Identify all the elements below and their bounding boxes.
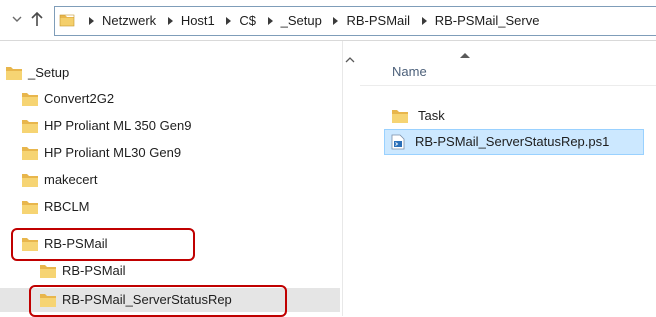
folder-icon (22, 147, 38, 160)
navigation-tree: _Setup Convert2G2 HP Proliant ML 350 Gen… (0, 41, 358, 316)
breadcrumb-item[interactable]: RB-PSMail_Serve (435, 13, 540, 28)
file-name: Task (418, 108, 445, 123)
breadcrumb-item[interactable]: Host1 (181, 13, 215, 28)
tree-item-label: HP Proliant ML 350 Gen9 (44, 118, 192, 133)
breadcrumb: Netzwerk Host1 C$ _Setup RB-PSMail RB-PS… (81, 13, 539, 28)
file-row[interactable]: Task (390, 104, 650, 128)
highlight-box (11, 228, 195, 261)
breadcrumb-separator-icon[interactable] (167, 16, 173, 25)
folder-icon (6, 67, 22, 80)
breadcrumb-item[interactable]: _Setup (281, 13, 322, 28)
folder-icon (40, 265, 56, 278)
folder-icon (22, 201, 38, 214)
tree-item[interactable]: RBCLM (0, 195, 340, 219)
breadcrumb-separator-icon[interactable] (333, 16, 339, 25)
folder-icon (22, 174, 38, 187)
chevron-down-icon[interactable] (12, 14, 22, 24)
breadcrumb-item[interactable]: C$ (239, 13, 256, 28)
address-bar-area: Netzwerk Host1 C$ _Setup RB-PSMail RB-PS… (0, 0, 656, 41)
address-bar[interactable]: Netzwerk Host1 C$ _Setup RB-PSMail RB-PS… (54, 6, 656, 36)
tree-item[interactable]: HP Proliant ML30 Gen9 (0, 141, 340, 165)
folder-icon (22, 93, 38, 106)
tree-item-label: _Setup (28, 65, 70, 80)
tree-item[interactable]: HP Proliant ML 350 Gen9 (0, 114, 340, 138)
breadcrumb-item[interactable]: RB-PSMail (346, 13, 410, 28)
breadcrumb-item[interactable]: Netzwerk (102, 13, 156, 28)
breadcrumb-separator-icon[interactable] (267, 16, 273, 25)
up-arrow-icon[interactable] (30, 10, 44, 28)
column-header-label: Name (392, 64, 427, 79)
tree-item-label: makecert (44, 172, 98, 187)
tree-item[interactable]: RB-PSMail (0, 259, 340, 283)
tree-item[interactable]: makecert (0, 168, 340, 192)
file-row-selected[interactable]: RB-PSMail_ServerStatusRep.ps1 (384, 129, 644, 155)
tree-item-label: Convert2G2 (44, 91, 115, 106)
tree-scrollbar[interactable] (342, 41, 360, 316)
breadcrumb-separator-icon[interactable] (226, 16, 232, 25)
scroll-up-icon[interactable] (344, 55, 356, 65)
tree-item[interactable]: Convert2G2 (0, 87, 340, 111)
file-name: RB-PSMail_ServerStatusRep.ps1 (415, 134, 610, 149)
breadcrumb-separator-icon[interactable] (89, 16, 94, 25)
tree-item-label: HP Proliant ML30 Gen9 (44, 145, 182, 160)
column-header-name[interactable]: Name (360, 41, 656, 86)
tree-item-label: RB-PSMail (62, 263, 126, 278)
highlight-box (29, 285, 287, 317)
folder-icon (22, 120, 38, 133)
sort-ascending-icon (460, 53, 470, 58)
folder-icon (59, 14, 75, 27)
tree-item-label: RBCLM (44, 199, 90, 214)
powershell-script-icon (391, 134, 405, 150)
breadcrumb-separator-icon[interactable] (421, 16, 427, 25)
file-list: Name Task RB-PSMail_ServerStatusRep.ps1 (360, 41, 656, 316)
folder-icon (392, 110, 408, 123)
tree-item[interactable]: _Setup (0, 61, 340, 85)
